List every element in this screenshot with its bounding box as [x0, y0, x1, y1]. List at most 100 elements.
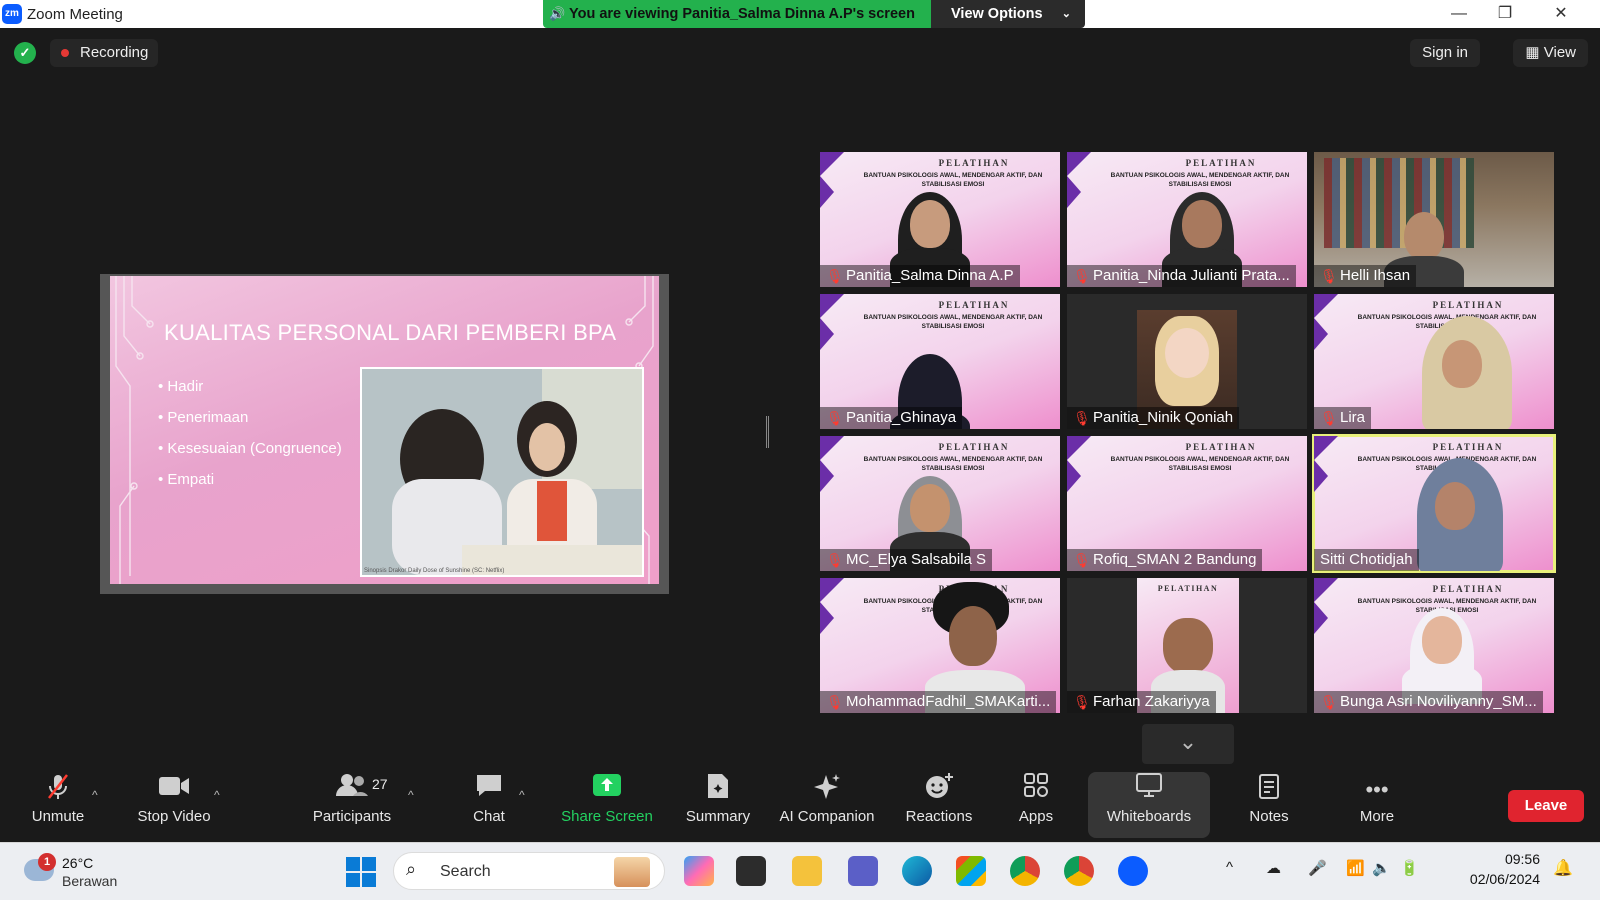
- slide-bullet: Penerimaan: [158, 409, 342, 426]
- participant-tile[interactable]: PELATIHAN BANTUAN PSIKOLOGIS AWAL, MENDE…: [1067, 436, 1307, 571]
- whiteboards-button[interactable]: Whiteboards: [1088, 772, 1210, 838]
- view-button[interactable]: ▦ View: [1513, 39, 1588, 67]
- participant-tile-active-speaker[interactable]: PELATIHAN BANTUAN PSIKOLOGIS AWAL, MENDE…: [1312, 434, 1556, 573]
- more-dots-icon: •••: [1365, 777, 1389, 802]
- tile-decoration: [1067, 152, 1091, 176]
- slide-title: KUALITAS PERSONAL DARI PEMBERI BPA: [164, 320, 617, 345]
- sparkle-icon: [776, 772, 878, 808]
- participant-name: Rofiq_SMAN 2 Bandung: [1093, 551, 1257, 568]
- participant-tile[interactable]: PELATIHAN BANTUAN PSIKOLOGIS AWAL, MENDE…: [820, 294, 1060, 429]
- edge-browser-icon[interactable]: [902, 856, 932, 886]
- summary-button[interactable]: Summary: [680, 772, 756, 838]
- slide-bullet: Hadir: [158, 378, 342, 395]
- participant-name-tag: 🎙 Rofiq_SMAN 2 Bandung: [1067, 549, 1263, 571]
- clock-time: 09:56: [1504, 851, 1540, 867]
- participant-name-tag: 🎙 Farhan Zakariyya: [1067, 691, 1216, 713]
- security-shield-icon[interactable]: ✓: [14, 42, 36, 64]
- meeting-toolbar: Unmute ^ Stop Video ^ Participants 27 ^ …: [0, 770, 1600, 842]
- chat-options-caret-icon[interactable]: ^: [519, 788, 525, 802]
- view-options-label: View Options: [951, 6, 1043, 22]
- chrome-profile-icon[interactable]: [1064, 856, 1094, 886]
- tile-decoration: [820, 578, 844, 602]
- participant-name: Helli Ihsan: [1340, 267, 1411, 284]
- share-screen-button[interactable]: Share Screen: [560, 772, 654, 838]
- summary-document-icon: [680, 772, 756, 808]
- slide-bullet: Kesesuaian (Congruence): [158, 440, 341, 457]
- participant-name: MC_Elya Salsabila S: [846, 551, 987, 568]
- view-options-button[interactable]: View Options ⌄: [931, 0, 1085, 28]
- reactions-button[interactable]: Reactions: [900, 772, 978, 838]
- weather-widget[interactable]: 1 26°C Berawan: [22, 853, 132, 893]
- copilot-app-icon[interactable]: [684, 856, 714, 886]
- wifi-icon[interactable]: 📶: [1346, 859, 1365, 877]
- unmute-button[interactable]: Unmute: [20, 772, 96, 838]
- windows-start-icon[interactable]: [346, 857, 376, 887]
- zoom-app-icon[interactable]: [1118, 856, 1148, 886]
- participant-tile[interactable]: PELATIHAN BANTUAN PSIKOLOGIS AWAL, MENDE…: [820, 152, 1060, 287]
- participant-name-tag: 🎙 Panitia_Ghinaya: [820, 407, 963, 429]
- mic-muted-icon: 🎙: [1073, 552, 1091, 568]
- more-button[interactable]: ••• More: [1346, 772, 1408, 838]
- shared-screen[interactable]: KUALITAS PERSONAL DARI PEMBERI BPA Hadir…: [100, 274, 669, 594]
- gallery-next-page-button[interactable]: ⌄: [1142, 724, 1234, 764]
- more-label: More: [1359, 808, 1395, 825]
- terminal-app-icon[interactable]: [736, 856, 766, 886]
- participant-tile[interactable]: PELATIHAN BANTUAN PSIKOLOGIS AWAL, MENDE…: [820, 436, 1060, 571]
- participant-tile[interactable]: PELATIHAN BANTUAN PSIKOLOGIS AWAL, MENDE…: [1314, 294, 1554, 429]
- participant-name-tag: 🎙 Panitia_Ninik Qoniah: [1067, 407, 1240, 429]
- maximize-button[interactable]: ❐: [1482, 2, 1528, 26]
- video-options-caret-icon[interactable]: ^: [214, 788, 220, 802]
- viewing-screen-banner: 🔊 You are viewing Panitia_Salma Dinna A.…: [543, 0, 931, 28]
- participant-tile[interactable]: 🎙 Helli Ihsan: [1314, 152, 1554, 287]
- audio-options-caret-icon[interactable]: ^: [92, 788, 98, 802]
- notes-icon: [1236, 772, 1302, 808]
- participant-name-tag: 🎙 MohammadFadhil_SMAKarti...: [820, 691, 1057, 713]
- participant-tile[interactable]: PELATIHAN 🎙 Farhan Zakariyya: [1067, 578, 1307, 713]
- participant-tile[interactable]: PELATIHAN BANTUAN PSIKOLOGIS AWAL, MENDE…: [1067, 152, 1307, 287]
- system-clock[interactable]: 09:56 02/06/2024: [1460, 849, 1540, 889]
- participant-tile[interactable]: PELATIHAN BANTUAN PSIKOLOGIS AWAL, MENDE…: [820, 578, 1060, 713]
- zoom-logo-icon: zm: [2, 4, 22, 24]
- apps-button[interactable]: Apps: [1004, 772, 1068, 838]
- stop-video-button[interactable]: Stop Video: [132, 772, 216, 838]
- file-explorer-icon[interactable]: [792, 856, 822, 886]
- participant-tile[interactable]: PELATIHAN BANTUAN PSIKOLOGIS AWAL, MENDE…: [1314, 578, 1554, 713]
- ai-companion-button[interactable]: AI Companion: [776, 772, 878, 838]
- participant-tile[interactable]: 🎙 Panitia_Ninik Qoniah: [1067, 294, 1307, 429]
- recording-label: Recording: [80, 44, 149, 61]
- chrome-browser-icon[interactable]: [1010, 856, 1040, 886]
- mic-muted-icon: 🎙: [1320, 268, 1338, 284]
- teams-app-icon[interactable]: [848, 856, 878, 886]
- notes-button[interactable]: Notes: [1236, 772, 1302, 838]
- show-hidden-icons-chevron[interactable]: ^: [1226, 859, 1233, 876]
- battery-icon[interactable]: 🔋: [1400, 859, 1419, 877]
- leave-button[interactable]: Leave: [1508, 790, 1584, 822]
- search-highlight-art: [614, 857, 650, 887]
- chat-button[interactable]: Chat: [456, 772, 522, 838]
- taskbar-search-box[interactable]: ⌕ Search: [393, 852, 665, 890]
- microsoft-store-icon[interactable]: [956, 856, 986, 886]
- search-placeholder: Search: [440, 863, 491, 880]
- onedrive-cloud-icon[interactable]: ☁: [1266, 859, 1281, 877]
- slide-bullet-list: Hadir Penerimaan Kesesuaian (Congruence)…: [158, 378, 342, 502]
- participant-name: Panitia_Ghinaya: [846, 409, 957, 426]
- sign-in-button[interactable]: Sign in: [1410, 39, 1480, 67]
- notification-bell-icon[interactable]: 🔔: [1553, 858, 1573, 878]
- participant-name: Farhan Zakariyya: [1093, 693, 1210, 710]
- participants-options-caret-icon[interactable]: ^: [408, 788, 414, 802]
- reactions-label: Reactions: [905, 808, 973, 825]
- tile-decoration: [1314, 294, 1338, 318]
- tile-decoration: [820, 152, 844, 176]
- close-button[interactable]: ✕: [1538, 2, 1584, 26]
- volume-icon[interactable]: 🔈: [1372, 859, 1391, 877]
- recording-indicator[interactable]: Recording: [50, 39, 158, 67]
- minimize-button[interactable]: —: [1436, 2, 1482, 26]
- tile-decoration: [820, 294, 844, 318]
- tile-decoration: [820, 602, 834, 634]
- mic-muted-icon: 🎙: [826, 552, 844, 568]
- emoji-plus-icon: [900, 772, 978, 808]
- microphone-in-use-icon[interactable]: 🎤: [1308, 859, 1327, 877]
- participant-name: Lira: [1340, 409, 1366, 426]
- resize-handle[interactable]: [766, 416, 769, 448]
- participant-name-tag: 🎙 Panitia_Salma Dinna A.P: [820, 265, 1020, 287]
